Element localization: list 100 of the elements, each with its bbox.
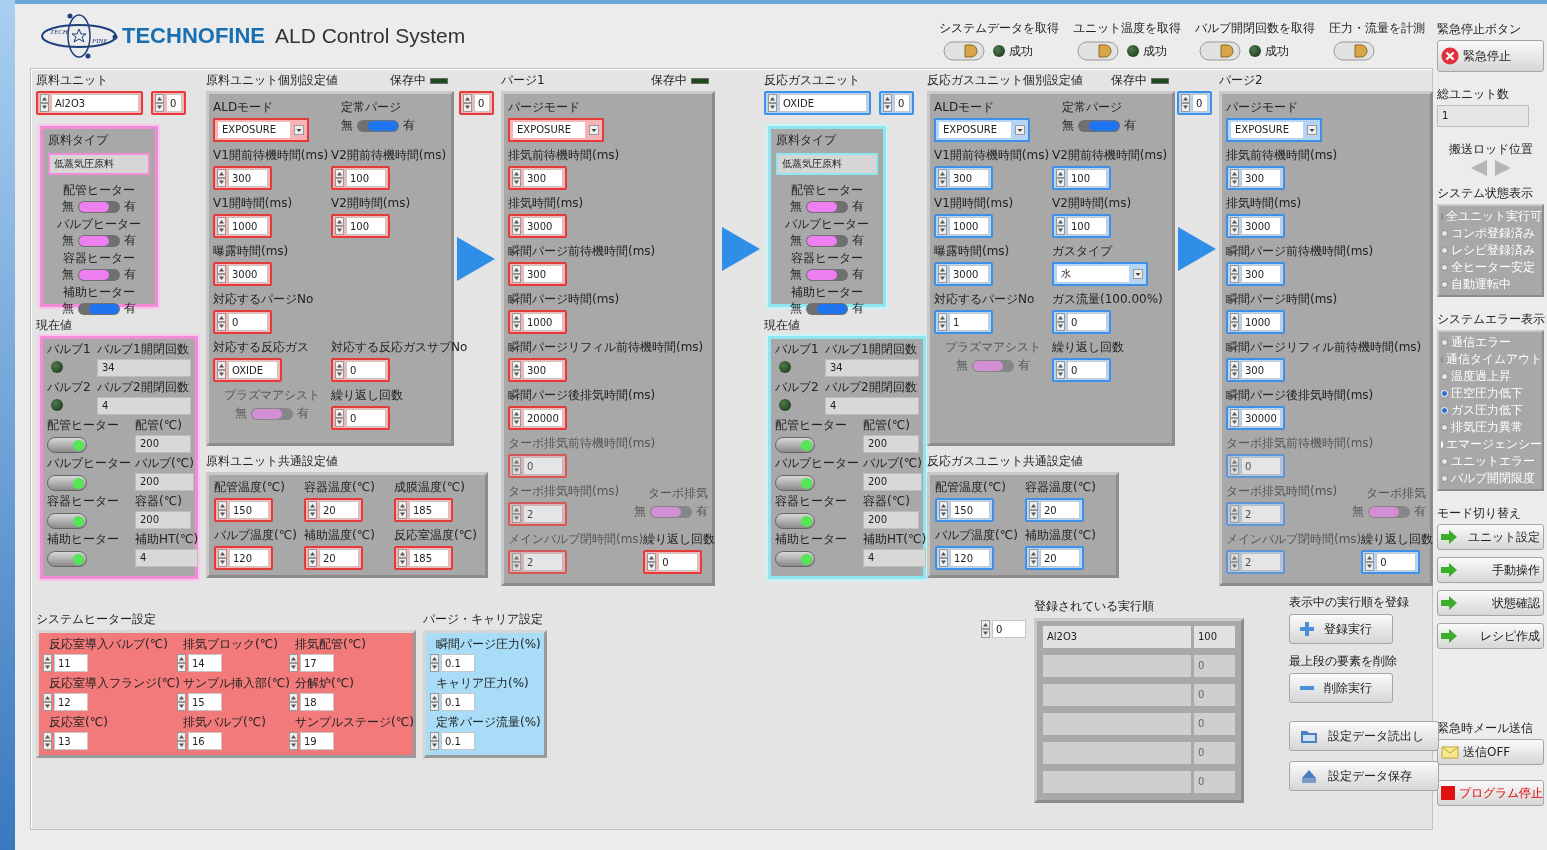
spinner-icon[interactable] bbox=[1056, 313, 1065, 331]
mode-button[interactable]: 状態確認 bbox=[1437, 590, 1544, 616]
number-field[interactable]: 20 bbox=[1025, 498, 1084, 522]
spinner-icon[interactable] bbox=[155, 94, 164, 112]
spinner-icon[interactable] bbox=[1230, 217, 1239, 235]
spinner-icon[interactable] bbox=[430, 654, 439, 672]
spinner-icon[interactable] bbox=[938, 217, 947, 235]
spinner-icon[interactable] bbox=[335, 361, 344, 379]
toggle-button[interactable] bbox=[1333, 41, 1375, 61]
button[interactable]: 設定データ読出し bbox=[1289, 721, 1439, 751]
toggle-switch[interactable] bbox=[78, 234, 120, 247]
spinner-icon[interactable] bbox=[768, 94, 777, 112]
number-field[interactable]: 300 bbox=[508, 262, 567, 286]
dropdown-field[interactable]: EXPOSURE bbox=[213, 118, 309, 142]
number-field[interactable]: 300 bbox=[508, 358, 567, 382]
dropdown-caret-icon[interactable] bbox=[1015, 125, 1025, 135]
number-field[interactable]: 300 bbox=[508, 166, 567, 190]
spinner-icon[interactable] bbox=[308, 549, 317, 567]
toggle-switch[interactable] bbox=[357, 119, 399, 132]
spinner-icon[interactable] bbox=[1056, 217, 1065, 235]
spinner-icon[interactable] bbox=[939, 549, 948, 567]
heater-switch[interactable] bbox=[775, 437, 815, 453]
spinner-icon[interactable] bbox=[398, 501, 407, 519]
toggle-switch[interactable] bbox=[806, 268, 848, 281]
spinner-icon[interactable] bbox=[217, 313, 226, 331]
spinner-icon[interactable] bbox=[177, 693, 186, 711]
toggle-switch[interactable] bbox=[806, 234, 848, 247]
toggle-switch[interactable] bbox=[78, 302, 120, 315]
number-field[interactable]: 20 bbox=[304, 498, 363, 522]
spinner-icon[interactable] bbox=[1056, 169, 1065, 187]
spinner-icon[interactable] bbox=[939, 501, 948, 519]
number-field[interactable]: 100 bbox=[1052, 214, 1111, 238]
toggle-button[interactable] bbox=[1199, 41, 1241, 61]
spinner-icon[interactable] bbox=[512, 169, 521, 187]
spinner-icon[interactable] bbox=[430, 693, 439, 711]
number-field[interactable]: OXIDE bbox=[213, 358, 282, 382]
number-field[interactable]: 3000 bbox=[934, 262, 993, 286]
toggle-button[interactable] bbox=[943, 41, 985, 61]
number-field[interactable]: 100 bbox=[1052, 166, 1111, 190]
number-field[interactable]: 0 bbox=[1177, 91, 1212, 115]
heater-switch[interactable] bbox=[775, 475, 815, 491]
toggle-switch[interactable] bbox=[78, 268, 120, 281]
heater-switch[interactable] bbox=[47, 437, 87, 453]
number-field[interactable]: 300 bbox=[1226, 166, 1285, 190]
spinner-icon[interactable] bbox=[1181, 94, 1190, 112]
number-field[interactable]: 20 bbox=[1025, 546, 1084, 570]
number-field[interactable]: 30000 bbox=[1226, 406, 1285, 430]
toggle-switch[interactable] bbox=[806, 200, 848, 213]
number-field[interactable]: 1000 bbox=[213, 214, 272, 238]
heater-switch[interactable] bbox=[47, 513, 87, 529]
spinner-icon[interactable] bbox=[289, 732, 298, 750]
dropdown-caret-icon[interactable] bbox=[294, 125, 304, 135]
mail-toggle-button[interactable]: 送信OFF bbox=[1437, 739, 1544, 765]
number-field[interactable]: 1000 bbox=[934, 214, 993, 238]
spinner-icon[interactable] bbox=[1029, 501, 1038, 519]
spinner-icon[interactable] bbox=[647, 553, 657, 571]
heater-switch[interactable] bbox=[775, 513, 815, 529]
spinner-icon[interactable] bbox=[217, 361, 226, 379]
spinner-icon[interactable] bbox=[1230, 313, 1239, 331]
number-field[interactable]: 100 bbox=[331, 166, 390, 190]
dropdown-field[interactable]: 水 bbox=[1052, 262, 1148, 286]
spinner-icon[interactable] bbox=[463, 94, 472, 112]
number-field[interactable]: 100 bbox=[331, 214, 390, 238]
spinner-icon[interactable] bbox=[217, 217, 226, 235]
number-field[interactable]: 0 bbox=[1052, 310, 1111, 334]
number-field[interactable]: 0 bbox=[331, 358, 390, 382]
spinner-icon[interactable] bbox=[883, 94, 892, 112]
spinner-icon[interactable] bbox=[217, 169, 226, 187]
number-field[interactable]: 20 bbox=[304, 546, 363, 570]
mode-button[interactable]: 手動操作 bbox=[1437, 557, 1544, 583]
spinner-icon[interactable] bbox=[335, 217, 344, 235]
spinner-icon[interactable] bbox=[1230, 169, 1239, 187]
spinner-icon[interactable] bbox=[1230, 361, 1239, 379]
number-field[interactable]: 3000 bbox=[1226, 214, 1285, 238]
spinner-icon[interactable] bbox=[43, 654, 52, 672]
number-field[interactable]: 0 bbox=[1361, 550, 1421, 574]
toggle-switch[interactable] bbox=[78, 200, 120, 213]
number-field[interactable]: 120 bbox=[214, 546, 273, 570]
heater-switch[interactable] bbox=[775, 551, 815, 567]
dropdown-caret-icon[interactable] bbox=[1307, 125, 1317, 135]
number-field[interactable]: 300 bbox=[934, 166, 993, 190]
number-field[interactable]: 1000 bbox=[1226, 310, 1285, 334]
spinner-icon[interactable] bbox=[43, 732, 52, 750]
number-field[interactable]: 185 bbox=[394, 546, 453, 570]
spinner-icon[interactable] bbox=[512, 217, 521, 235]
toggle-switch[interactable] bbox=[1078, 119, 1120, 132]
button[interactable]: 設定データ保存 bbox=[1289, 761, 1439, 791]
spinner-icon[interactable] bbox=[512, 265, 521, 283]
number-field[interactable]: 3000 bbox=[508, 214, 567, 238]
number-field[interactable]: 300 bbox=[213, 166, 272, 190]
spinner-icon[interactable] bbox=[512, 361, 521, 379]
number-field[interactable]: 150 bbox=[214, 498, 273, 522]
emergency-stop-button[interactable]: 緊急停止 bbox=[1437, 40, 1544, 72]
spinner-icon[interactable] bbox=[289, 693, 298, 711]
spinner-icon[interactable] bbox=[1365, 553, 1375, 571]
number-field[interactable]: 0 bbox=[151, 91, 186, 115]
dropdown-caret-icon[interactable] bbox=[589, 125, 599, 135]
number-field[interactable]: 0 bbox=[643, 550, 703, 574]
spinner-icon[interactable] bbox=[938, 313, 947, 331]
spinner-icon[interactable] bbox=[938, 265, 947, 283]
